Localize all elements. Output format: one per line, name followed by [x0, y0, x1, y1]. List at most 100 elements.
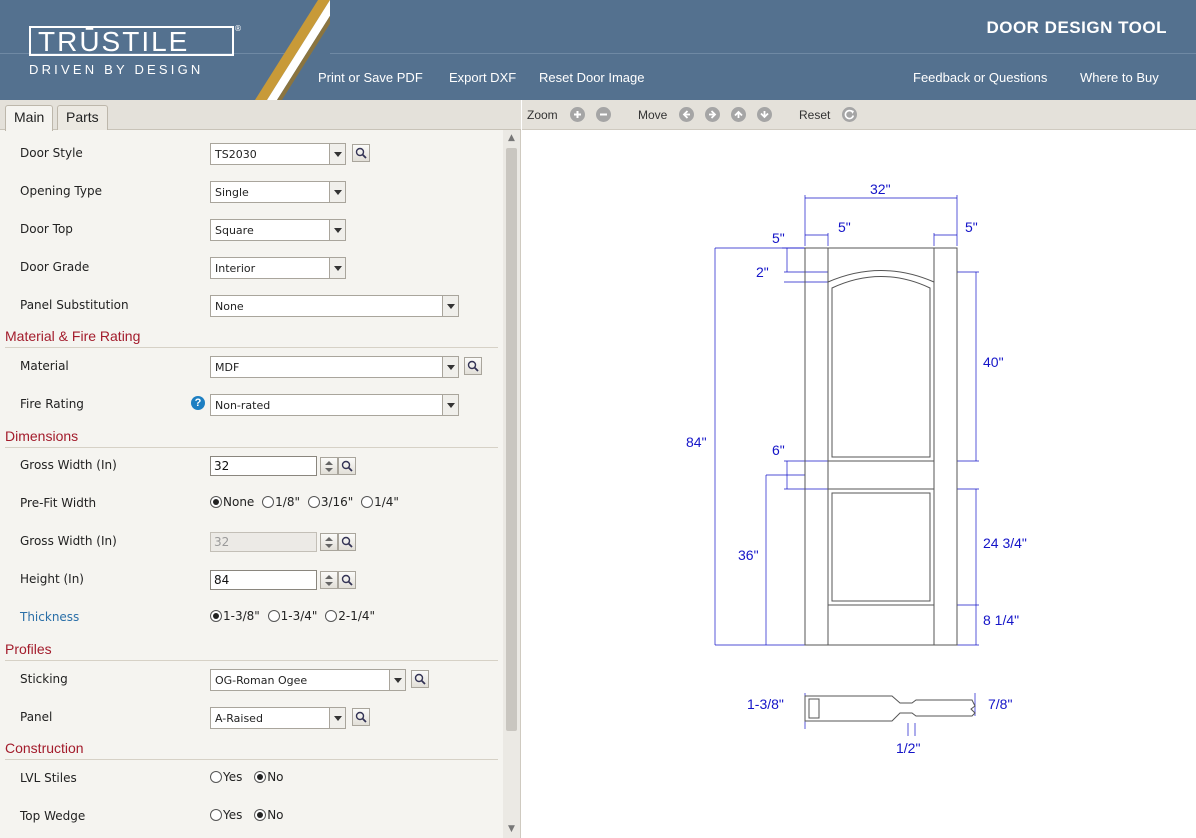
- radio-empty-icon: [267, 610, 280, 622]
- magnifier-icon: [341, 574, 353, 586]
- door-style-select[interactable]: TS2030: [210, 143, 346, 165]
- top-wedge-yes-label: Yes: [223, 808, 243, 822]
- move-down-button[interactable]: [757, 107, 772, 122]
- door-outline: [804, 247, 958, 646]
- move-left-button[interactable]: [679, 107, 694, 122]
- radio-selected-icon: [210, 496, 222, 508]
- dim-stile-right: 5": [965, 219, 978, 235]
- gross-width-search-button[interactable]: [338, 457, 356, 475]
- chevron-down-icon: [442, 395, 458, 415]
- gross-width-2-stepper[interactable]: [320, 533, 338, 551]
- lvl-stiles-no-radio[interactable]: No: [254, 770, 284, 784]
- zoom-in-button[interactable]: [570, 107, 585, 122]
- magnifier-icon: [414, 673, 426, 685]
- height-input[interactable]: 84: [210, 570, 317, 590]
- height-label: Height (In): [20, 572, 84, 586]
- fire-rating-select[interactable]: Non-rated: [210, 394, 459, 416]
- thickness-2-1-4-label: 2-1/4": [338, 609, 376, 623]
- top-wedge-yes-radio[interactable]: Yes: [210, 808, 242, 822]
- sticking-select[interactable]: OG-Roman Ogee: [210, 669, 406, 691]
- tab-main[interactable]: Main: [5, 105, 54, 131]
- prefit-none-radio[interactable]: None: [210, 495, 254, 509]
- gross-width-input[interactable]: 32: [210, 456, 317, 476]
- tab-parts[interactable]: Parts: [57, 105, 108, 130]
- brand-logo[interactable]: TRŪSTILE ® DRIVEN BY DESIGN: [0, 0, 330, 100]
- chevron-down-icon: [329, 258, 345, 278]
- reset-door-image-link[interactable]: Reset Door Image: [539, 70, 645, 85]
- scroll-thumb[interactable]: [506, 148, 517, 731]
- dimension-lines: [714, 195, 979, 736]
- dim-upper-panel: 40": [983, 354, 1004, 370]
- panel-substitution-select[interactable]: None: [210, 295, 459, 317]
- material-select[interactable]: MDF: [210, 356, 459, 378]
- panel-substitution-label: Panel Substitution: [20, 298, 129, 312]
- door-top-label: Door Top: [20, 222, 73, 236]
- height-search-button[interactable]: [338, 571, 356, 589]
- gross-width-2-search-button[interactable]: [338, 533, 356, 551]
- options-panel: Main Parts Door Style TS2030 Opening Typ…: [0, 100, 521, 838]
- dim-panel-thickness: 7/8": [988, 696, 1012, 712]
- reset-view-button[interactable]: [842, 107, 857, 122]
- door-top-value: Square: [215, 224, 254, 237]
- material-search-button[interactable]: [464, 357, 482, 375]
- gross-width-stepper[interactable]: [320, 457, 338, 475]
- section-profiles: Profiles: [5, 641, 498, 661]
- prefit-1-8-label: 1/8": [275, 495, 300, 509]
- door-style-search-button[interactable]: [352, 144, 370, 162]
- radio-selected-icon: [254, 809, 267, 821]
- gross-width-2-label: Gross Width (In): [20, 534, 117, 548]
- refresh-icon: [844, 109, 855, 120]
- panel-select[interactable]: A-Raised: [210, 707, 346, 729]
- radio-empty-icon: [210, 809, 222, 821]
- logo-tagline: DRIVEN BY DESIGN: [29, 62, 204, 77]
- arrow-up-icon: [734, 110, 743, 118]
- chevron-down-icon: [389, 670, 405, 690]
- top-wedge-no-radio[interactable]: No: [254, 808, 284, 822]
- section-material-fire-rating: Material & Fire Rating: [5, 328, 498, 348]
- height-stepper[interactable]: [320, 571, 338, 589]
- logo-wordmark: TRŪSTILE: [38, 26, 190, 57]
- thickness-1-3-8-radio[interactable]: 1-3/8": [210, 609, 260, 623]
- scroll-down-icon[interactable]: ▼: [507, 824, 516, 834]
- prefit-1-4-radio[interactable]: 1/4": [361, 495, 399, 509]
- thickness-2-1-4-radio[interactable]: 2-1/4": [325, 609, 375, 623]
- move-up-button[interactable]: [731, 107, 746, 122]
- top-wedge-label: Top Wedge: [20, 809, 86, 823]
- move-right-button[interactable]: [705, 107, 720, 122]
- move-label: Move: [638, 108, 668, 122]
- lvl-stiles-yes-radio[interactable]: Yes: [210, 770, 242, 784]
- door-grade-select[interactable]: Interior: [210, 257, 346, 279]
- magnifier-icon: [355, 147, 367, 159]
- arrow-right-icon: [709, 110, 717, 119]
- gross-width-2-input: 32: [210, 532, 317, 552]
- view-toolbar: Zoom Move Reset: [522, 100, 1196, 130]
- export-dxf-link[interactable]: Export DXF: [449, 70, 516, 85]
- panel-search-button[interactable]: [352, 708, 370, 726]
- scroll-up-icon[interactable]: ▲: [507, 133, 516, 143]
- thickness-label[interactable]: Thickness: [20, 610, 79, 624]
- feedback-link[interactable]: Feedback or Questions: [913, 70, 1047, 85]
- print-pdf-link[interactable]: Print or Save PDF: [318, 70, 423, 85]
- help-icon[interactable]: ?: [191, 396, 205, 410]
- prefit-3-16-radio[interactable]: 3/16": [307, 495, 353, 509]
- door-drawing-canvas[interactable]: 32" 5" 5" 5" 2" 40" 84" 6" 36" 24 3/4" 8…: [522, 131, 1196, 838]
- opening-type-select[interactable]: Single: [210, 181, 346, 203]
- sticking-search-button[interactable]: [411, 670, 429, 688]
- options-form: Door Style TS2030 Opening Type Single Do…: [0, 130, 503, 838]
- prefit-width-radios: None 1/8" 3/16" 1/4": [210, 495, 403, 509]
- dim-section-thickness: 1-3/8": [747, 696, 784, 712]
- zoom-out-button[interactable]: [596, 107, 611, 122]
- prefit-1-4-label: 1/4": [374, 495, 399, 509]
- radio-selected-icon: [210, 610, 222, 622]
- fire-rating-label: Fire Rating: [20, 397, 84, 411]
- sticking-label: Sticking: [20, 672, 68, 686]
- where-to-buy-link[interactable]: Where to Buy: [1080, 70, 1159, 85]
- prefit-1-8-radio[interactable]: 1/8": [262, 495, 300, 509]
- thickness-1-3-4-radio[interactable]: 1-3/4": [267, 609, 317, 623]
- options-scrollbar[interactable]: ▲ ▼: [503, 130, 520, 838]
- reset-label: Reset: [799, 108, 831, 122]
- door-elevation-drawing: 32" 5" 5" 5" 2" 40" 84" 6" 36" 24 3/4" 8…: [686, 181, 1027, 756]
- chevron-down-icon: [329, 708, 345, 728]
- door-grade-label: Door Grade: [20, 260, 90, 274]
- door-top-select[interactable]: Square: [210, 219, 346, 241]
